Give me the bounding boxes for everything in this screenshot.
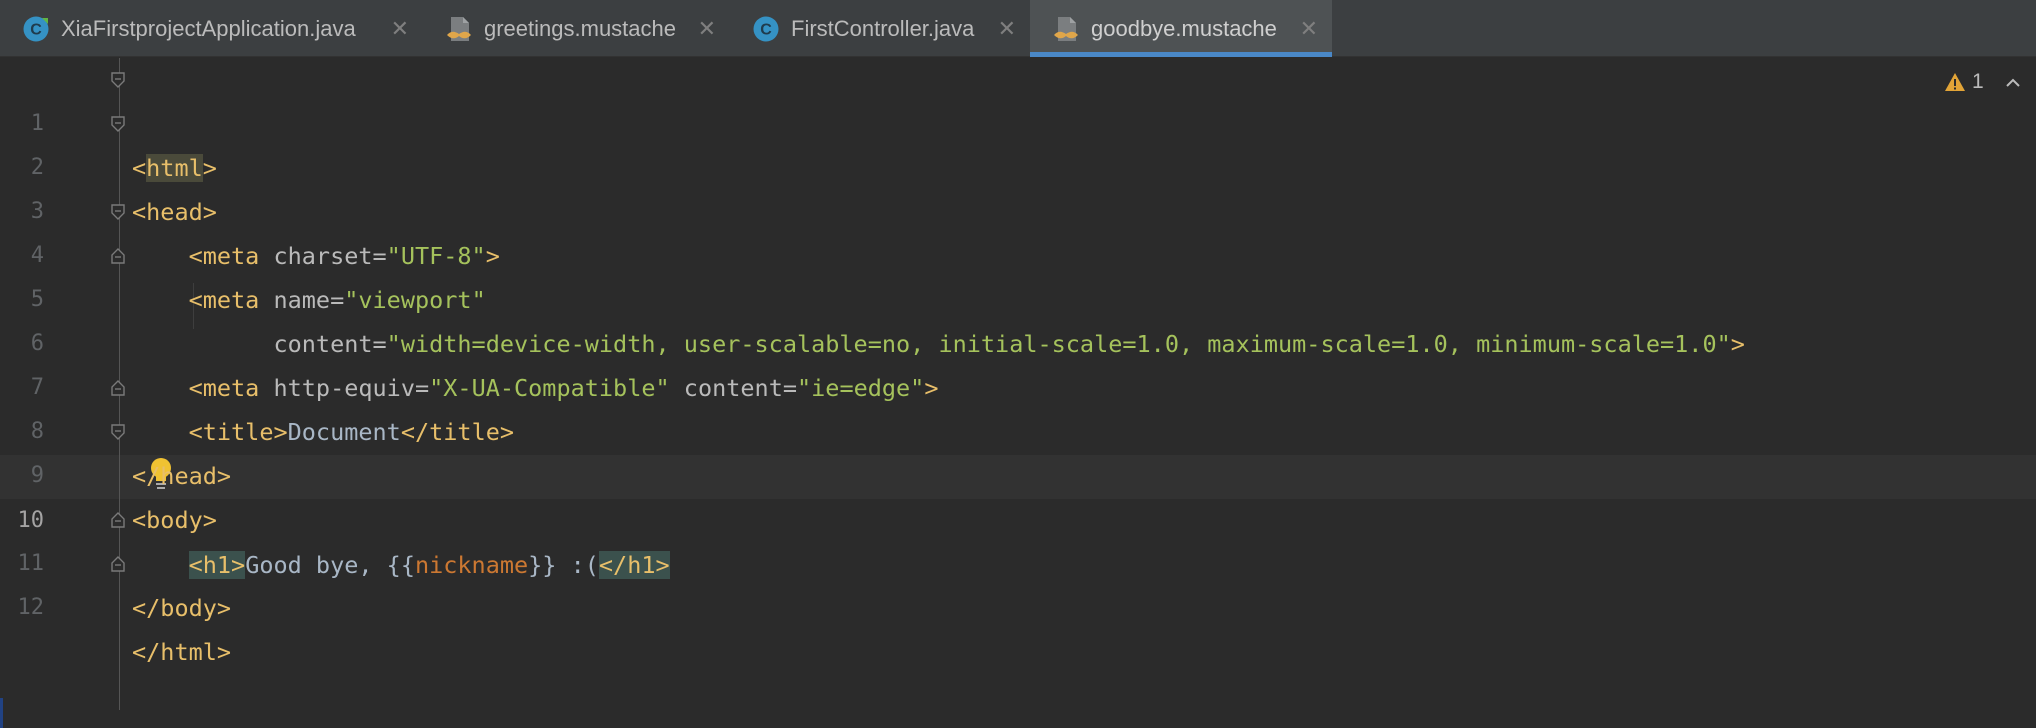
tab-first-controller[interactable]: C FirstController.java ✕ [730, 0, 1030, 57]
code-line-current[interactable]: 10 <h1>Good bye, {{nickname}} :(</h1> [0, 455, 2036, 579]
tab-xiafirstproject-application[interactable]: C XiaFirstprojectApplication.java ✕ [0, 0, 423, 57]
tag-token: </html> [132, 638, 232, 666]
tab-label: XiaFirstprojectApplication.java [61, 15, 356, 41]
tab-goodbye-mustache[interactable]: goodbye.mustache ✕ [1030, 0, 1332, 57]
tab-label: greetings.mustache [484, 15, 676, 41]
code-line[interactable]: 5 content="width=device-width, user-scal… [0, 234, 2036, 358]
code-line[interactable]: 12 </html> [0, 542, 2036, 666]
close-tab-icon[interactable]: ✕ [1300, 16, 1318, 42]
code-line[interactable]: 11 </body> [0, 498, 2036, 622]
mustache-file-icon [1054, 16, 1078, 41]
code-line[interactable]: 1 <html> [0, 58, 2036, 182]
code-line[interactable]: 7 <title>Document</title> [0, 322, 2036, 446]
code-line[interactable]: 2 <head> [0, 102, 2036, 226]
svg-text:C: C [760, 21, 772, 38]
code-editor[interactable]: 1 1 <html> 2 <head> 3 <meta charset="UTF… [0, 58, 2036, 728]
java-spring-class-icon: C [23, 16, 49, 41]
svg-text:C: C [30, 21, 42, 38]
tab-label: FirstController.java [791, 15, 975, 41]
code-text: </html> [132, 630, 231, 674]
tab-greetings-mustache[interactable]: greetings.mustache ✕ [423, 0, 730, 57]
mustache-file-icon [447, 16, 471, 41]
java-class-icon: C [753, 16, 779, 41]
line-number: 12 [17, 595, 45, 620]
tag-token: </body> [132, 594, 232, 622]
code-line[interactable]: 4 <meta name="viewport" [0, 190, 2036, 314]
code-line[interactable]: 9 <body> [0, 410, 2036, 534]
close-tab-icon[interactable]: ✕ [698, 16, 716, 42]
code-line[interactable]: 8 </head> [0, 366, 2036, 490]
close-tab-icon[interactable]: ✕ [391, 16, 409, 42]
tab-label: goodbye.mustache [1091, 15, 1277, 41]
close-tab-icon[interactable]: ✕ [998, 16, 1016, 42]
editor-tab-bar: C XiaFirstprojectApplication.java ✕ gree… [0, 0, 2036, 57]
code-text: </body> [132, 586, 231, 630]
code-line[interactable]: 6 <meta http-equiv="X-UA-Compatible" con… [0, 278, 2036, 402]
code-line[interactable]: 3 <meta charset="UTF-8"> [0, 146, 2036, 270]
